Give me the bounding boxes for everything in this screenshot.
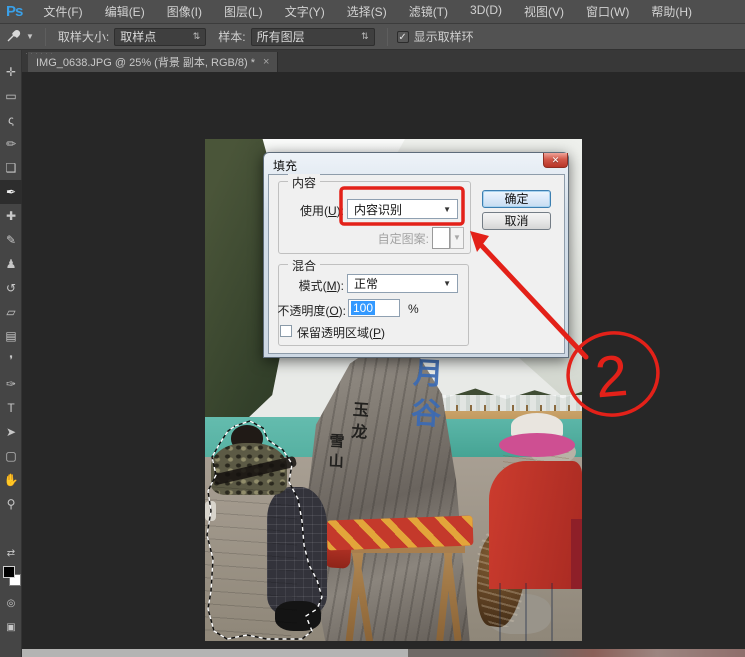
combo-arrows-icon: ⇅ [185,31,201,42]
opacity-value: 100 [351,301,375,315]
tab-bar: IMG_0638.JPG @ 25% (背景 副本, RGB/8) * × [22,50,745,72]
tool-button[interactable]: ✚ [0,204,22,228]
bottom-strip-right [408,649,745,657]
menu-item[interactable]: 编辑(E) [94,0,156,24]
bottom-strip-left [22,649,408,657]
use-label: 使用(U): [284,202,344,219]
tool-button[interactable]: ❜ [0,348,22,372]
menu-item[interactable]: 帮助(H) [640,0,703,24]
preserve-transparency-label: 保留透明区域(P) [297,324,385,341]
screen-mode-icon[interactable]: ▣ [0,622,22,633]
tool-preset-arrow-icon[interactable]: ▼ [26,32,34,41]
tool-button[interactable]: T [0,396,22,420]
blend-group-label: 混合 [288,257,320,274]
menu-item[interactable]: 文件(F) [32,0,93,24]
mode-label: 模式(M): [292,277,344,294]
menu-item[interactable]: 选择(S) [336,0,398,24]
opacity-input[interactable]: 100 [348,299,400,317]
custom-pattern-swatch[interactable] [432,227,450,249]
custom-pattern-label: 自定图案: [344,230,429,247]
photoshop-logo: Ps [0,3,32,20]
tool-list: ✛▭ς✏❑✒✚✎♟↺▱▤❜✑T➤▢✋⚲ [0,60,22,516]
document-tab-title: IMG_0638.JPG @ 25% (背景 副本, RGB/8) * [36,54,255,70]
show-ring-checkbox[interactable]: ✓ [397,31,409,43]
step-number: 2 [592,343,630,411]
opacity-label: 不透明度(O): [274,302,346,319]
document-tab[interactable]: IMG_0638.JPG @ 25% (背景 副本, RGB/8) * × [28,52,278,72]
tool-button[interactable]: ➤ [0,420,22,444]
tab-close-icon[interactable]: × [263,56,269,68]
sample-label: 样本: [218,28,245,45]
opacity-unit: % [408,302,419,316]
tool-palette: ✛▭ς✏❑✒✚✎♟↺▱▤❜✑T➤▢✋⚲ ⇄ ◎ ▣ [0,50,22,657]
content-group-label: 内容 [288,174,320,191]
tool-button[interactable]: ▢ [0,444,22,468]
combo-arrows-icon: ⇅ [353,31,369,42]
tool-button[interactable]: ♟ [0,252,22,276]
tool-button[interactable]: ▤ [0,324,22,348]
eyedropper-icon[interactable] [6,27,22,46]
menu-bar: Ps 文件(F)编辑(E)图像(I)图层(L)文字(Y)选择(S)滤镜(T)3D… [0,0,745,24]
dropdown-arrow-icon: ▼ [443,279,451,288]
fill-dialog-title: 填充 [273,157,297,174]
sample-size-value: 取样点 [120,28,156,45]
use-value: 内容识别 [354,201,402,218]
custom-pattern-arrow-icon[interactable]: ▼ [450,227,464,249]
sample-size-select[interactable]: 取样点 ⇅ [114,28,206,46]
use-select[interactable]: 内容识别 ▼ [347,199,458,219]
tool-button[interactable]: ▱ [0,300,22,324]
sample-value: 所有图层 [257,28,305,45]
dialog-close-button[interactable]: ✕ [543,153,568,168]
foreground-color-swatch[interactable] [3,566,15,578]
swap-colors-icon[interactable]: ⇄ [0,548,22,559]
show-ring-label: 显示取样环 [414,28,474,45]
separator [45,28,46,46]
tool-button[interactable]: ✎ [0,228,22,252]
menu-item[interactable]: 图层(L) [213,0,274,24]
tool-button[interactable]: ▭ [0,84,22,108]
tool-button[interactable]: ✛ [0,60,22,84]
tool-button[interactable]: ✑ [0,372,22,396]
mode-value: 正常 [354,275,378,292]
sample-select[interactable]: 所有图层 ⇅ [251,28,375,46]
quick-mask-icon[interactable]: ◎ [0,598,22,609]
tool-button[interactable]: ↺ [0,276,22,300]
dropdown-arrow-icon: ▼ [443,205,451,214]
tool-button[interactable]: ⚲ [0,492,22,516]
tool-button[interactable]: ✏ [0,132,22,156]
separator [387,28,388,46]
menu-items: 文件(F)编辑(E)图像(I)图层(L)文字(Y)选择(S)滤镜(T)3D(D)… [32,0,703,24]
menu-item[interactable]: 3D(D) [459,0,513,24]
photoshop-window: Ps 文件(F)编辑(E)图像(I)图层(L)文字(Y)选择(S)滤镜(T)3D… [0,0,745,657]
cancel-button[interactable]: 取消 [482,212,551,230]
preserve-transparency-checkbox[interactable] [280,325,292,337]
tool-button[interactable]: ✋ [0,468,22,492]
mode-select[interactable]: 正常 ▼ [347,274,458,293]
sample-size-label: 取样大小: [58,28,109,45]
tool-button[interactable]: ✒ [0,180,22,204]
options-bar: ▼ 取样大小: 取样点 ⇅ 样本: 所有图层 ⇅ ✓ 显示取样环 [0,24,745,50]
menu-item[interactable]: 文字(Y) [274,0,336,24]
menu-item[interactable]: 视图(V) [513,0,575,24]
menu-item[interactable]: 滤镜(T) [398,0,459,24]
ok-button[interactable]: 确定 [482,190,551,208]
menu-item[interactable]: 图像(I) [156,0,213,24]
tool-button[interactable]: ς [0,108,22,132]
menu-item[interactable]: 窗口(W) [575,0,640,24]
tool-button[interactable]: ❑ [0,156,22,180]
fill-dialog: 填充 ✕ 内容 使用(U): 内容识别 ▼ 自定图案: ▼ 混合 模式(M): … [263,152,569,358]
